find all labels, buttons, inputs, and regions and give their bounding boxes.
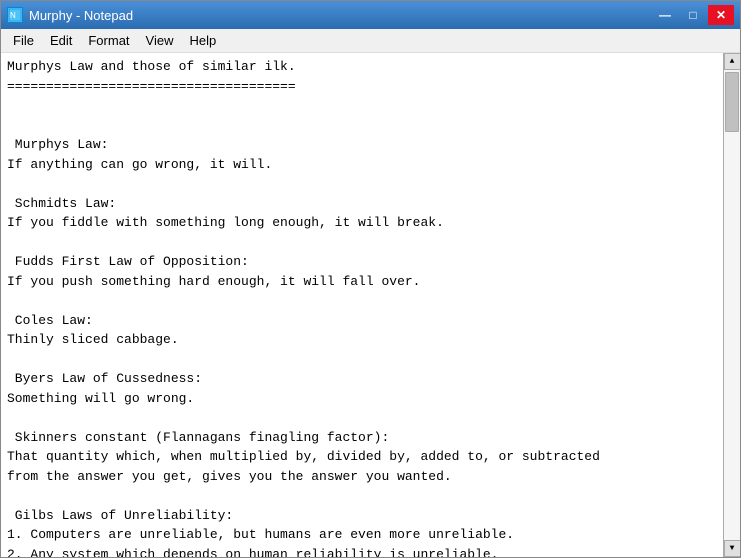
scroll-thumb[interactable] [725,72,739,132]
app-icon: N [7,7,23,23]
close-button[interactable]: ✕ [708,5,734,25]
scroll-track[interactable] [724,70,740,540]
maximize-button[interactable]: □ [680,5,706,25]
menu-file[interactable]: File [5,30,42,52]
scroll-up-button[interactable]: ▲ [724,53,741,70]
menu-edit[interactable]: Edit [42,30,80,52]
window-title: Murphy - Notepad [29,8,133,23]
minimize-button[interactable]: — [652,5,678,25]
scroll-down-button[interactable]: ▼ [724,540,741,557]
svg-text:N: N [10,11,16,20]
content-area: ▲ ▼ [1,53,740,557]
title-bar-left: N Murphy - Notepad [7,7,133,23]
text-area-wrapper [1,53,723,557]
text-editor[interactable] [1,53,723,557]
menu-view[interactable]: View [138,30,182,52]
title-controls: — □ ✕ [652,5,734,25]
main-window: N Murphy - Notepad — □ ✕ File Edit Forma… [0,0,741,558]
menu-bar: File Edit Format View Help [1,29,740,53]
menu-format[interactable]: Format [80,30,137,52]
vertical-scrollbar[interactable]: ▲ ▼ [723,53,740,557]
menu-help[interactable]: Help [181,30,224,52]
title-bar: N Murphy - Notepad — □ ✕ [1,1,740,29]
